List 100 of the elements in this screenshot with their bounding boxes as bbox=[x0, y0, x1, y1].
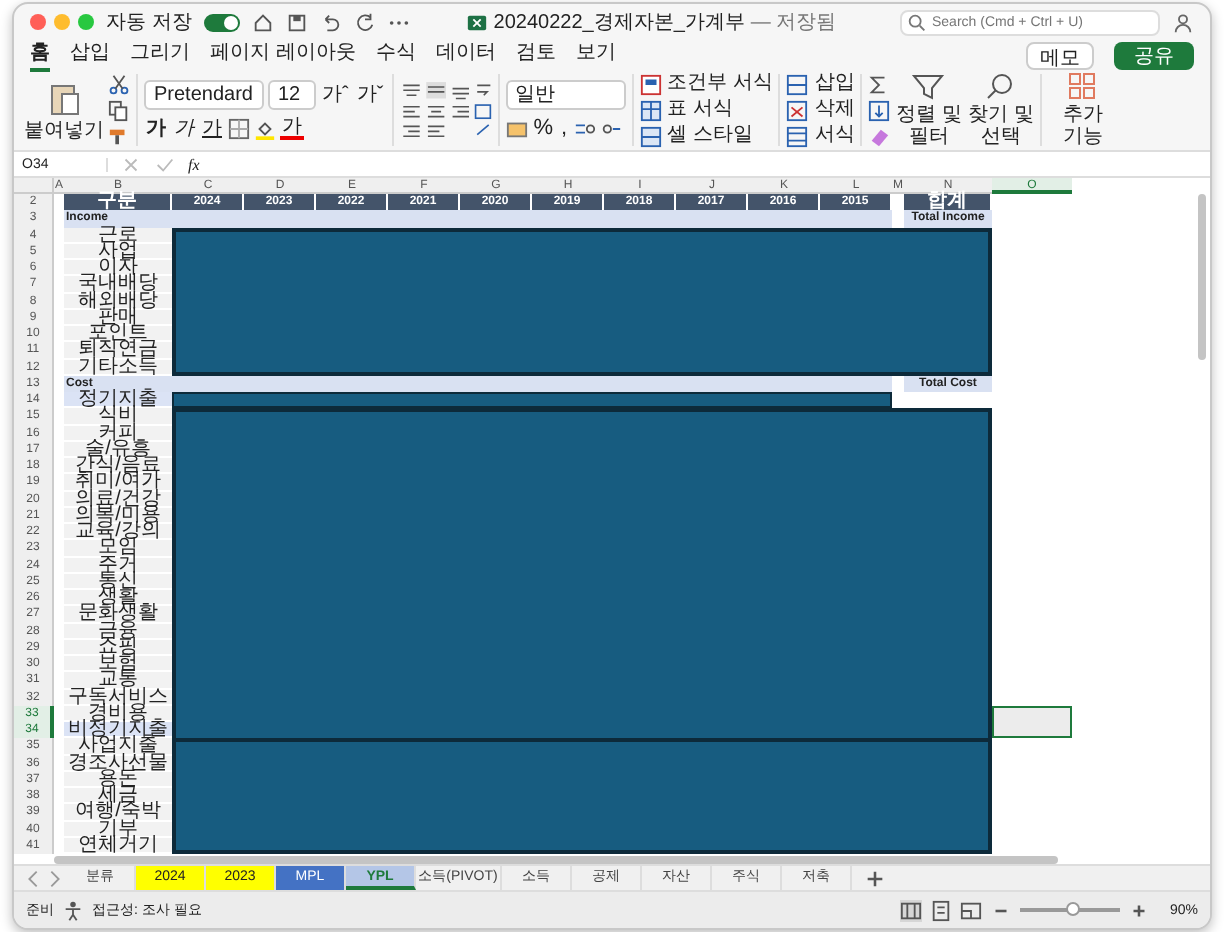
sort-filter-button[interactable]: 정렬 및 필터 bbox=[894, 72, 963, 148]
currency-icon[interactable] bbox=[505, 117, 528, 139]
borders-icon[interactable] bbox=[228, 117, 250, 139]
table-format-button[interactable]: 표 서식 bbox=[639, 98, 773, 122]
category-label: 구독서비스 bbox=[64, 689, 172, 706]
comment-button[interactable]: 메모 bbox=[1026, 41, 1094, 69]
category-label: 사업지출 bbox=[64, 738, 172, 755]
horizontal-scrollbar[interactable] bbox=[54, 856, 1059, 864]
insert-cells-button[interactable]: 삽입 bbox=[786, 72, 855, 96]
ribbon-tab[interactable]: 데이터 bbox=[435, 38, 496, 72]
add-ins-button[interactable]: 추가 기능 bbox=[1048, 72, 1117, 148]
page-layout-icon[interactable] bbox=[929, 899, 952, 921]
font-size-dropdown[interactable]: 12 bbox=[268, 79, 316, 109]
redo-icon[interactable] bbox=[353, 11, 376, 33]
find-select-button[interactable]: 찾기 및 선택 bbox=[966, 72, 1035, 148]
check-icon[interactable] bbox=[154, 153, 176, 175]
delete-cells-button[interactable]: 삭제 bbox=[786, 98, 855, 122]
category-label: 경조사선물 bbox=[64, 755, 172, 772]
brush-icon[interactable] bbox=[108, 125, 130, 147]
header-cell: 구분 bbox=[64, 194, 172, 211]
category-label: 문화생활 bbox=[64, 606, 172, 623]
save-status[interactable]: — 저장됨 bbox=[750, 8, 837, 36]
close-button[interactable] bbox=[30, 14, 46, 30]
person-icon[interactable] bbox=[1172, 11, 1194, 33]
cell-style-button[interactable]: 셀 스타일 bbox=[639, 124, 773, 148]
insert-row-icon bbox=[786, 73, 809, 95]
search-icon bbox=[906, 11, 928, 33]
highlight-cells-icon bbox=[639, 73, 662, 95]
eraser-icon[interactable] bbox=[868, 125, 891, 147]
category-label: 보험 bbox=[64, 656, 172, 673]
number-format-dropdown[interactable]: 일반 bbox=[505, 79, 626, 109]
category-label: 근로 bbox=[64, 227, 172, 244]
category-label: 퇴직연금 bbox=[64, 342, 172, 359]
accessibility-icon[interactable] bbox=[62, 899, 84, 921]
format-cells-button[interactable]: 서식 bbox=[786, 124, 855, 148]
comma-button[interactable]: , bbox=[558, 115, 570, 141]
clipboard-icon bbox=[48, 79, 80, 115]
category-label: 국내배당 bbox=[64, 276, 172, 293]
copy-icon[interactable] bbox=[108, 99, 130, 121]
alignment-drawing[interactable] bbox=[399, 80, 492, 140]
ribbon-tab[interactable]: 페이지 레이아웃 bbox=[210, 38, 356, 72]
font-style-button[interactable]: 가 bbox=[172, 115, 196, 141]
font-color-button[interactable]: 가 bbox=[280, 116, 304, 140]
zoom-slider-thumb[interactable] bbox=[1066, 902, 1081, 916]
ribbon-tab[interactable]: 보기 bbox=[575, 38, 616, 72]
autosave-toggle[interactable] bbox=[203, 13, 240, 31]
category-label: 커피 bbox=[64, 425, 172, 442]
vertical-scrollbar[interactable] bbox=[1198, 194, 1206, 359]
category-label: 취미/여가 bbox=[64, 474, 172, 491]
category-label: 교육/강의 bbox=[64, 524, 172, 541]
ribbon-tab[interactable]: 홈 bbox=[30, 38, 50, 72]
ribbon-tab[interactable]: 검토 bbox=[515, 38, 556, 72]
paste-button[interactable]: 붙여넣기 bbox=[24, 79, 104, 141]
category-label: 금융 bbox=[64, 623, 172, 640]
ribbon-tab[interactable]: 수식 bbox=[375, 38, 416, 72]
share-button[interactable]: 공유 bbox=[1114, 41, 1194, 69]
normal-view-icon[interactable] bbox=[899, 899, 922, 921]
filter-icon bbox=[910, 72, 947, 100]
category-label: 여행/숙박 bbox=[64, 804, 172, 821]
fill-color-icon[interactable] bbox=[254, 117, 276, 139]
grow-font-button[interactable]: 가ˆ bbox=[320, 81, 351, 107]
cell-style-icon bbox=[639, 125, 662, 147]
category-label: 사업 bbox=[64, 243, 172, 260]
category-label: 연체거기 bbox=[64, 837, 172, 854]
category-label: 쇼핑 bbox=[64, 639, 172, 656]
undo-icon[interactable] bbox=[319, 11, 342, 33]
fill-down-icon[interactable] bbox=[868, 99, 891, 121]
header-cell: 합계 bbox=[904, 194, 992, 211]
search-icon bbox=[984, 72, 1017, 100]
font-dropdown[interactable]: Pretendard bbox=[144, 79, 264, 109]
category-label: 포인트 bbox=[64, 326, 172, 343]
insert-function-button[interactable]: fx bbox=[188, 155, 200, 173]
conditional-format-button[interactable]: 조건부 서식 bbox=[639, 72, 773, 96]
add-sheet-icon[interactable] bbox=[864, 867, 886, 889]
category-label: 의료/건강 bbox=[64, 491, 172, 508]
percent-button[interactable]: % bbox=[531, 115, 555, 141]
category-label: 간식/음료 bbox=[64, 458, 172, 475]
format-grid-icon bbox=[786, 125, 809, 147]
home-icon[interactable] bbox=[251, 11, 274, 33]
excel-file-icon bbox=[465, 11, 488, 33]
page-break-icon[interactable] bbox=[959, 899, 982, 921]
delete-row-icon bbox=[786, 99, 809, 121]
category-label: 의복/미용 bbox=[64, 507, 172, 524]
grid-icon bbox=[1068, 72, 1097, 100]
selected-range[interactable] bbox=[992, 705, 1072, 739]
save-icon[interactable] bbox=[285, 11, 308, 33]
table-icon bbox=[639, 99, 662, 121]
category-label: 판매 bbox=[64, 309, 172, 326]
category-label: 해외배당 bbox=[64, 293, 172, 310]
font-style-button[interactable]: 가 bbox=[200, 115, 224, 141]
scissors-icon[interactable] bbox=[108, 73, 130, 95]
category-label: 기타소득 bbox=[64, 359, 172, 376]
ribbon-tab[interactable]: 삽입 bbox=[70, 38, 110, 72]
font-style-button[interactable]: 가 bbox=[144, 115, 168, 141]
ribbon-tab[interactable]: 그리기 bbox=[130, 38, 190, 72]
shrink-font-button[interactable]: 가ˇ bbox=[354, 81, 386, 107]
category-label: 기부 bbox=[64, 821, 172, 838]
category-label: 식비 bbox=[64, 408, 172, 425]
category-label: 주거 bbox=[64, 557, 172, 574]
sum-icon[interactable] bbox=[868, 73, 891, 95]
